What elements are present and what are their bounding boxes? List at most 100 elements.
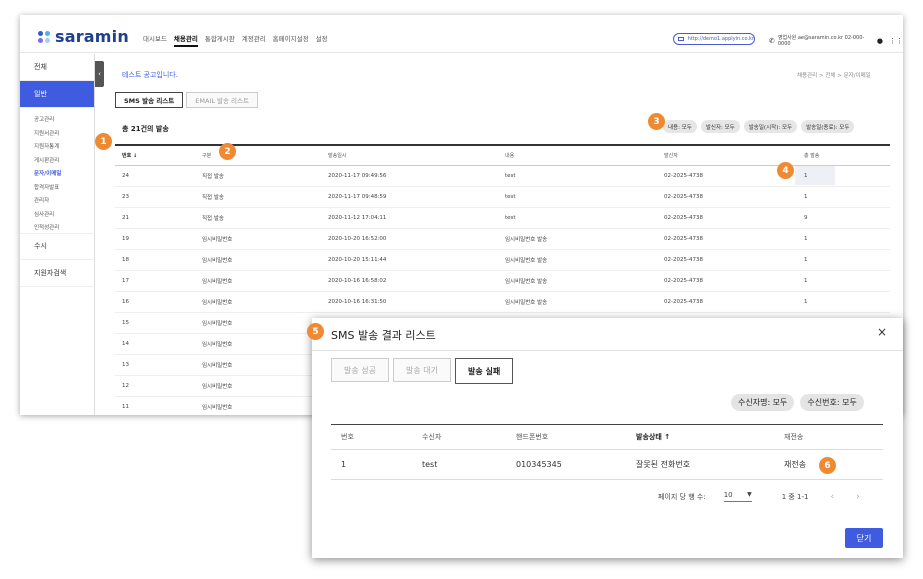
sidebar-section-search[interactable]: 지원자검색: [20, 260, 94, 287]
tab-send-failed[interactable]: 발송 실패: [454, 358, 514, 384]
sidebar-item-sms-email[interactable]: 문자/이메일: [20, 165, 94, 179]
sidebar-item-pass[interactable]: 합격자발표: [20, 179, 94, 193]
column-resend[interactable]: 재전송: [784, 425, 803, 449]
table-row[interactable]: 18 임시비밀번호 2020-10-20 15:11:44 임시비밀번호 발송 02-2…: [115, 250, 890, 271]
table-row[interactable]: 19 임시비밀번호 2020-10-20 16:52:00 임시비밀번호 발송 02-2…: [115, 229, 890, 250]
table-row[interactable]: 24 직접 발송 2020-11-17 09:49:56 test 02-2025-47…: [115, 166, 890, 187]
sms-result-modal: SMS 발송 결과 리스트 × 발송 성공 발송 대기 발송 실패 수신자명: …: [312, 318, 903, 558]
sidebar-item-review[interactable]: 심사관리: [20, 206, 94, 220]
row-content: test: [505, 173, 516, 179]
tab-sms-list[interactable]: SMS 발송 리스트: [115, 92, 184, 108]
column-recipient[interactable]: 수신자: [422, 425, 441, 449]
row-number: 23: [122, 194, 129, 200]
resend-button[interactable]: 재전송: [784, 450, 806, 479]
saramin-logo[interactable]: saramin: [38, 27, 129, 46]
row-recipient: test: [422, 460, 438, 469]
table-row[interactable]: 16 임시비밀번호 2020-10-16 16:31:50 임시비밀번호 발송 02-2…: [115, 292, 890, 313]
top-header: saramin 대시보드 채용관리 통합게시판 계정관리 홈페이지설정 설정 h…: [20, 15, 903, 53]
sidebar-item-posting[interactable]: 공고관리: [20, 111, 94, 125]
row-total: 1: [804, 299, 808, 305]
row-type: 임시비밀번호: [202, 279, 233, 285]
prev-page-button[interactable]: ‹: [830, 492, 834, 502]
row-sent-at: 2020-10-16 16:58:02: [328, 278, 387, 284]
column-type[interactable]: 구분: [202, 146, 211, 165]
filter-date-end[interactable]: 발송일(종료): 모두: [801, 120, 855, 133]
sidebar: 전체 일반 공고관리 지원서관리 지원자통계 게시판관리 문자/이메일 합격자발…: [20, 54, 95, 415]
next-page-button[interactable]: ›: [856, 492, 860, 502]
sidebar-section-rolling[interactable]: 수시: [20, 232, 94, 260]
chevron-down-icon: ▼: [747, 491, 752, 498]
row-phone: 010345345: [516, 460, 562, 469]
row-total: 9: [804, 215, 808, 221]
row-number: 1: [341, 460, 347, 469]
sidebar-item-admin[interactable]: 관리자: [20, 192, 94, 206]
filter-recipient-number[interactable]: 수신번호: 모두: [800, 394, 864, 411]
row-sender: 02-2025-4738: [664, 173, 703, 179]
column-phone[interactable]: 핸드폰번호: [516, 425, 548, 449]
row-type: 임시비밀번호: [202, 342, 233, 348]
filter-sender[interactable]: 발신자: 모두: [700, 120, 740, 133]
sidebar-section-general[interactable]: 일반: [20, 81, 94, 108]
filter-date-start[interactable]: 발송일(시작): 모두: [743, 120, 798, 133]
row-number: 14: [122, 341, 129, 347]
row-sent-at: 2020-10-16 16:31:50: [328, 299, 387, 305]
sidebar-collapse-button[interactable]: ‹: [95, 61, 104, 87]
callout-badge-6: 6: [819, 457, 836, 474]
row-type: 임시비밀번호: [202, 300, 233, 306]
column-content[interactable]: 내용: [505, 146, 514, 165]
filter-content[interactable]: 내용: 모두: [663, 120, 697, 133]
tab-send-pending[interactable]: 발송 대기: [392, 358, 451, 382]
sidebar-item-all[interactable]: 전체: [20, 54, 94, 81]
apps-grid-icon[interactable]: ⋮⋮: [889, 37, 903, 45]
column-sender[interactable]: 발신자: [664, 146, 678, 165]
row-type: 임시비밀번호: [202, 384, 233, 390]
nav-account[interactable]: 계정관리: [242, 33, 266, 47]
nav-board[interactable]: 통합게시판: [205, 33, 235, 47]
table-row[interactable]: 23 직접 발송 2020-11-17 09:48:59 test 02-2025-47…: [115, 187, 890, 208]
row-sender: 02-2025-4738: [664, 257, 703, 263]
tab-email-list[interactable]: EMAIL 발송 리스트: [186, 92, 258, 108]
nav-dashboard[interactable]: 대시보드: [143, 33, 167, 47]
row-number: 21: [122, 215, 129, 221]
row-type: 직접 발송: [202, 174, 224, 180]
column-status[interactable]: 발송상태 ↑: [636, 425, 670, 449]
sidebar-item-application[interactable]: 지원서관리: [20, 125, 94, 139]
row-number: 15: [122, 320, 129, 326]
filter-chips: 내용: 모두 발신자: 모두 발송일(시작): 모두 발송일(종료): 모두: [663, 120, 858, 133]
demo-site-link[interactable]: http://demo1.applyin.co.kr: [673, 33, 755, 45]
callout-badge-2: 2: [219, 143, 236, 160]
sidebar-item-board[interactable]: 게시판관리: [20, 152, 94, 166]
column-number[interactable]: 번호: [341, 425, 354, 449]
nav-recruit[interactable]: 채용관리: [173, 33, 198, 47]
row-type: 임시비밀번호: [202, 321, 233, 327]
sidebar-item-stats[interactable]: 지원자통계: [20, 138, 94, 152]
table-row[interactable]: 17 임시비밀번호 2020-10-16 16:58:02 임시비밀번호 발송 02-2…: [115, 271, 890, 292]
row-total: 1: [804, 236, 808, 242]
column-sent-at[interactable]: 발송일시: [328, 146, 346, 165]
row-number: 18: [122, 257, 129, 263]
row-number: 19: [122, 236, 129, 242]
row-number: 16: [122, 299, 129, 305]
row-type: 임시비밀번호: [202, 405, 233, 411]
filter-recipient-name[interactable]: 수신자명: 모두: [731, 394, 795, 411]
callout-badge-3: 3: [648, 113, 665, 130]
nav-homepage[interactable]: 홈페이지설정: [273, 33, 309, 47]
nav-settings[interactable]: 설정: [316, 33, 328, 47]
page-size-select[interactable]: 10 ▼: [723, 491, 752, 502]
sidebar-item-aptitude[interactable]: 인적성관리: [20, 219, 94, 233]
close-button[interactable]: 닫기: [845, 528, 883, 548]
row-total: 1: [804, 194, 808, 200]
row-sender: 02-2025-4738: [664, 194, 703, 200]
page-size-label: 페이지 당 행 수:: [658, 492, 706, 501]
row-total: 1: [804, 173, 808, 179]
page-range: 1 중 1-1: [781, 492, 809, 501]
row-type: 임시비밀번호: [202, 363, 233, 369]
user-icon[interactable]: ●: [877, 37, 883, 45]
tab-send-success[interactable]: 발송 성공: [331, 358, 389, 382]
close-icon[interactable]: ×: [877, 325, 887, 339]
top-right-info: ✆ 영업사원 ae@saramin.co.kr 02-000-0000 ● ⋮⋮: [769, 34, 903, 47]
column-number[interactable]: 번호 ↓: [122, 146, 137, 165]
table-row[interactable]: 21 직접 발송 2020-11-12 17:04:11 test 02-2025-47…: [115, 208, 890, 229]
column-total[interactable]: 총 발송: [804, 146, 819, 165]
row-number: 11: [122, 404, 129, 410]
